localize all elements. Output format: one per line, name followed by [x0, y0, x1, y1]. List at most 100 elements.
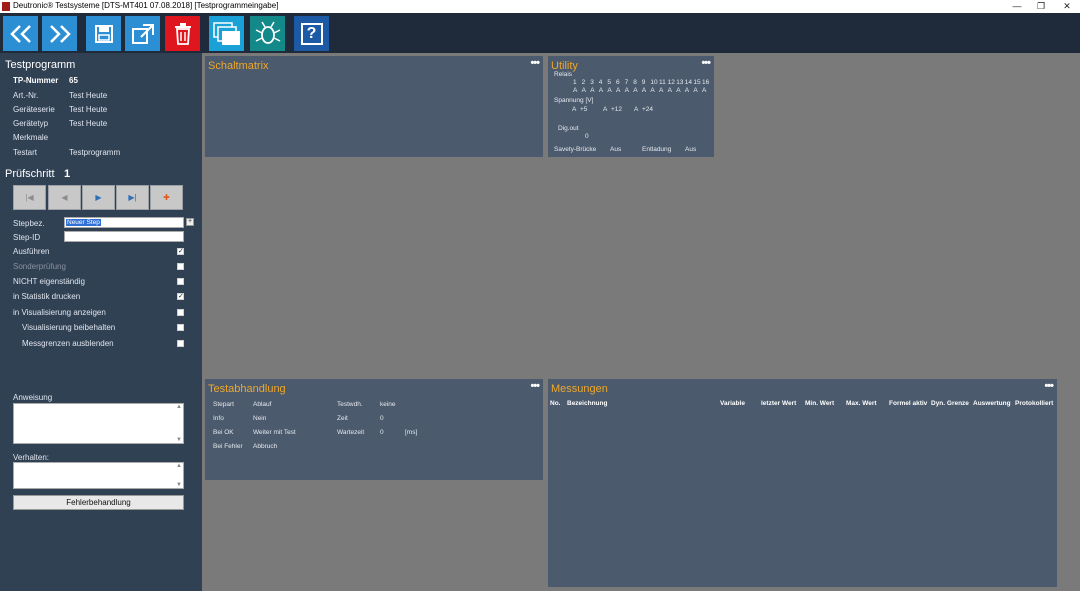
relais-state[interactable]: A	[590, 87, 594, 94]
relais-state[interactable]: A	[676, 87, 680, 94]
column-header[interactable]: letzter Wert	[761, 400, 796, 407]
bei-fehler-value[interactable]: Abbruch	[253, 443, 277, 450]
relais-number: 12	[667, 79, 675, 86]
option-visualisierung-checkbox[interactable]	[177, 309, 184, 316]
relais-state[interactable]: A	[693, 87, 697, 94]
relais-state[interactable]: A	[633, 87, 637, 94]
option-messgrenzen-checkbox[interactable]	[177, 340, 184, 347]
utility-menu-icon[interactable]: •••	[701, 57, 711, 69]
geraetetyp-value: Test Heute	[69, 119, 108, 128]
stepbez-input[interactable]: Neuer Step	[64, 217, 184, 228]
help-button[interactable]: ?	[294, 16, 329, 51]
relais-state[interactable]: A	[625, 87, 629, 94]
option-ausfuehren-checkbox[interactable]: ✓	[177, 248, 184, 255]
next-step-button[interactable]: ▶	[82, 185, 115, 210]
schaltmatrix-title: Schaltmatrix	[208, 60, 269, 72]
spannung-24-label: +24	[642, 106, 654, 113]
prev-step-button[interactable]: ◀	[48, 185, 81, 210]
relais-state[interactable]: A	[573, 87, 577, 94]
column-header[interactable]: Dyn. Grenze	[931, 400, 969, 407]
column-header[interactable]: No.	[550, 400, 560, 407]
relais-state[interactable]: A	[642, 87, 646, 94]
save-button[interactable]	[86, 16, 121, 51]
relais-state[interactable]: A	[702, 87, 706, 94]
scroll-down-icon[interactable]: ▼	[176, 482, 182, 488]
utility-panel: Utility ••• Relais Spannung [V] A +5 A +…	[548, 56, 714, 157]
help-icon: ?	[300, 22, 323, 45]
column-header[interactable]: Auswertung	[973, 400, 1011, 407]
option-sonderpruefung-checkbox[interactable]	[177, 263, 184, 270]
relais-state[interactable]: A	[607, 87, 611, 94]
option-visualisierung-beibehalten-checkbox[interactable]	[177, 324, 184, 331]
minimize-button[interactable]: —	[1006, 0, 1028, 13]
option-messgrenzen-label: Messgrenzen ausblenden	[22, 339, 114, 348]
verhalten-textarea[interactable]: ▲ ▼	[13, 462, 184, 489]
relais-number: 8	[633, 79, 637, 86]
relais-state[interactable]: A	[668, 87, 672, 94]
relais-number: 6	[616, 79, 620, 86]
schaltmatrix-menu-icon[interactable]: •••	[530, 57, 540, 69]
app-icon	[2, 2, 10, 11]
geraeteserie-label: Geräteserie	[13, 105, 55, 114]
spannung-5-state[interactable]: A	[572, 106, 576, 113]
relais-state[interactable]: A	[685, 87, 689, 94]
option-statistik-checkbox[interactable]: ✓	[177, 293, 184, 300]
stepid-input[interactable]	[64, 231, 184, 242]
relais-number: 5	[607, 79, 612, 86]
maximize-button[interactable]: ❐	[1030, 0, 1052, 13]
debug-button[interactable]	[250, 16, 285, 51]
testabhandlung-title: Testabhandlung	[208, 383, 286, 395]
relais-number: 10	[650, 79, 658, 86]
scroll-up-icon[interactable]: ▲	[176, 463, 182, 469]
relais-state[interactable]: A	[616, 87, 620, 94]
column-header[interactable]: Formel aktiv	[889, 400, 927, 407]
spannung-24-state[interactable]: A	[634, 106, 638, 113]
fehlerbehandlung-button[interactable]: Fehlerbehandlung	[13, 495, 184, 510]
relais-state[interactable]: A	[659, 87, 663, 94]
relais-number: 3	[590, 79, 594, 86]
next-button[interactable]	[42, 16, 77, 51]
testwdh-value[interactable]: keine	[380, 401, 396, 408]
relais-number: 11	[659, 79, 666, 86]
column-header[interactable]: Min. Wert	[805, 400, 834, 407]
left-panel: Testprogramm TP-Nummer 65 Art.-Nr. Test …	[0, 53, 202, 591]
info-value[interactable]: Nein	[253, 415, 266, 422]
close-button[interactable]: ✕	[1056, 0, 1078, 13]
column-header[interactable]: Max. Wert	[846, 400, 877, 407]
savety-value[interactable]: Aus	[610, 146, 621, 153]
digout-value[interactable]: 0	[585, 133, 589, 140]
windows-button[interactable]	[209, 16, 244, 51]
testabhandlung-menu-icon[interactable]: •••	[530, 380, 540, 392]
export-button[interactable]	[125, 16, 160, 51]
previous-button[interactable]	[3, 16, 38, 51]
scroll-up-icon[interactable]: ▲	[176, 404, 182, 410]
scroll-down-icon[interactable]: ▼	[176, 437, 182, 443]
anweisung-textarea[interactable]: ▲ ▼	[13, 403, 184, 444]
stepart-value[interactable]: Ablauf	[253, 401, 271, 408]
zeit-value[interactable]: 0	[380, 415, 384, 422]
add-step-button[interactable]: ✚	[150, 185, 183, 210]
column-header[interactable]: Variable	[720, 400, 745, 407]
double-chevron-right-icon	[49, 24, 71, 43]
entladung-value[interactable]: Aus	[685, 146, 696, 153]
geraetetyp-label: Gerätetyp	[13, 119, 49, 128]
relais-number: 13	[676, 79, 684, 86]
column-header[interactable]: Protokolliert	[1015, 400, 1053, 407]
tp-nummer-label: TP-Nummer	[13, 76, 59, 85]
last-step-button[interactable]: ▶|	[116, 185, 149, 210]
column-header[interactable]: Bezeichnung	[567, 400, 607, 407]
bei-ok-value[interactable]: Weiter mit Test	[253, 429, 296, 436]
option-visualisierung-label: in Visualisierung anzeigen	[13, 308, 106, 317]
spannung-12-state[interactable]: A	[603, 106, 607, 113]
bei-fehler-label: Bei Fehler	[213, 443, 243, 450]
bug-icon	[255, 21, 280, 44]
first-step-button[interactable]: |◀	[13, 185, 46, 210]
relais-state[interactable]: A	[650, 87, 654, 94]
stepbez-add-button[interactable]: +	[186, 218, 194, 226]
relais-state[interactable]: A	[599, 87, 603, 94]
wartezeit-value[interactable]: 0	[380, 429, 384, 436]
relais-state[interactable]: A	[582, 87, 586, 94]
delete-button[interactable]	[165, 16, 200, 51]
option-nicht-eigenstaendig-checkbox[interactable]	[177, 278, 184, 285]
messungen-menu-icon[interactable]: •••	[1044, 380, 1054, 392]
